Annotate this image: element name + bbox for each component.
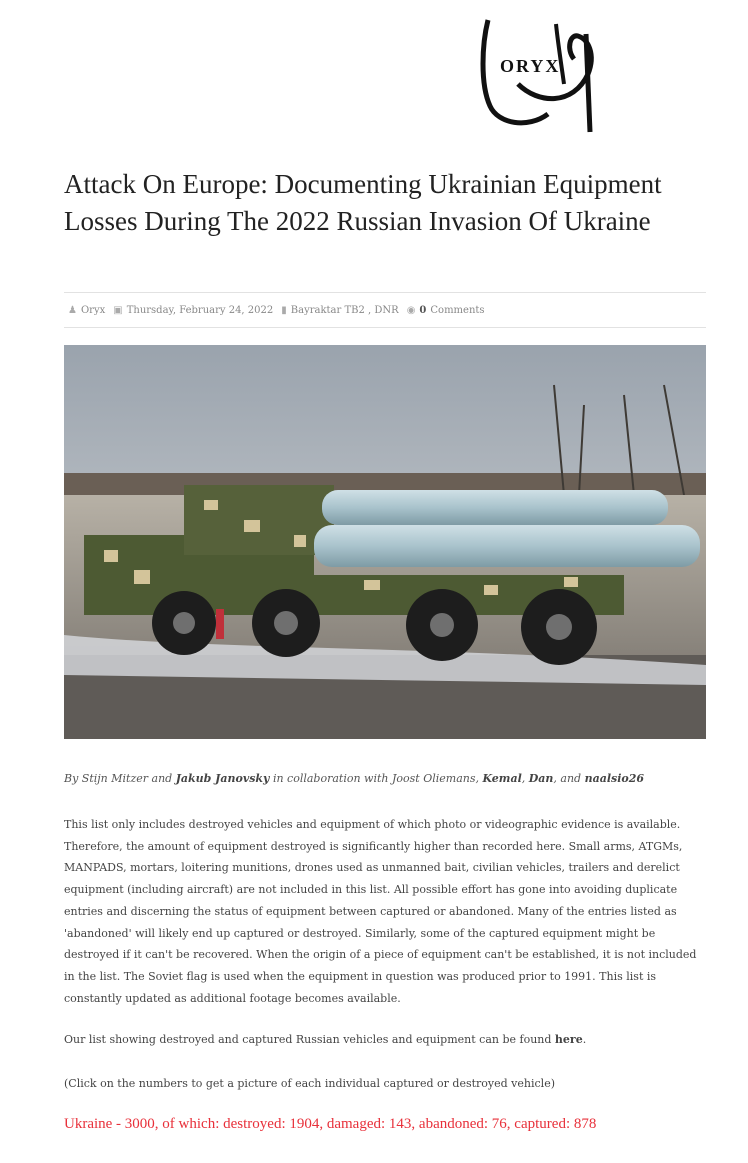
article-title[interactable]: Attack On Europe: Documenting Ukrainian … [64, 166, 714, 240]
comments-count[interactable]: 0 [419, 305, 426, 316]
russian-list-text: Our list showing destroyed and captured … [64, 1033, 555, 1046]
losses-summary: Ukraine - 3000, of which: destroyed: 190… [64, 1116, 597, 1132]
logo-calligraphy-icon [480, 19, 594, 133]
byline-collaborator-link[interactable]: Kemal [482, 772, 521, 785]
comments-label[interactable]: Comments [430, 305, 484, 316]
intro-paragraph: This list only includes destroyed vehicl… [64, 818, 697, 1005]
russian-list-link[interactable]: here [555, 1033, 583, 1046]
s300-launcher-image [64, 345, 706, 739]
article-byline: By Stijn Mitzer and Jakub Janovsky in co… [64, 770, 706, 788]
article-photo[interactable] [64, 345, 706, 739]
click-note: (Click on the numbers to get a picture o… [64, 1077, 555, 1090]
author-icon: ♟ [68, 304, 77, 316]
folder-icon: ▮ [281, 304, 287, 316]
article-page: ORYX Attack On Europe: Documenting Ukrai… [0, 0, 748, 1163]
byline-sep: , [521, 772, 529, 785]
author-link[interactable]: Oryx [81, 305, 105, 316]
post-tags[interactable]: Bayraktar TB2 , DNR [291, 305, 399, 316]
post-meta: ♟ Oryx ▣ Thursday, February 24, 2022 ▮ B… [64, 292, 706, 328]
russian-list-paragraph: Our list showing destroyed and captured … [64, 1030, 706, 1050]
comments-icon: ◉ [406, 304, 416, 316]
byline-author-link[interactable]: Jakub Janovsky [176, 772, 270, 785]
logo-text: ORYX [500, 56, 561, 76]
byline-collaborator-link[interactable]: naalsio26 [585, 772, 644, 785]
russian-list-end: . [582, 1033, 587, 1046]
byline-prefix: By Stijn Mitzer and [64, 772, 176, 785]
post-date: Thursday, February 24, 2022 [126, 304, 274, 316]
site-logo[interactable]: ORYX [478, 14, 608, 142]
byline-sep: , and [553, 772, 585, 785]
calendar-icon: ▣ [113, 304, 123, 316]
byline-collaborator-link[interactable]: Dan [529, 772, 554, 785]
byline-middle: in collaboration with Joost Oliemans, [269, 772, 483, 785]
